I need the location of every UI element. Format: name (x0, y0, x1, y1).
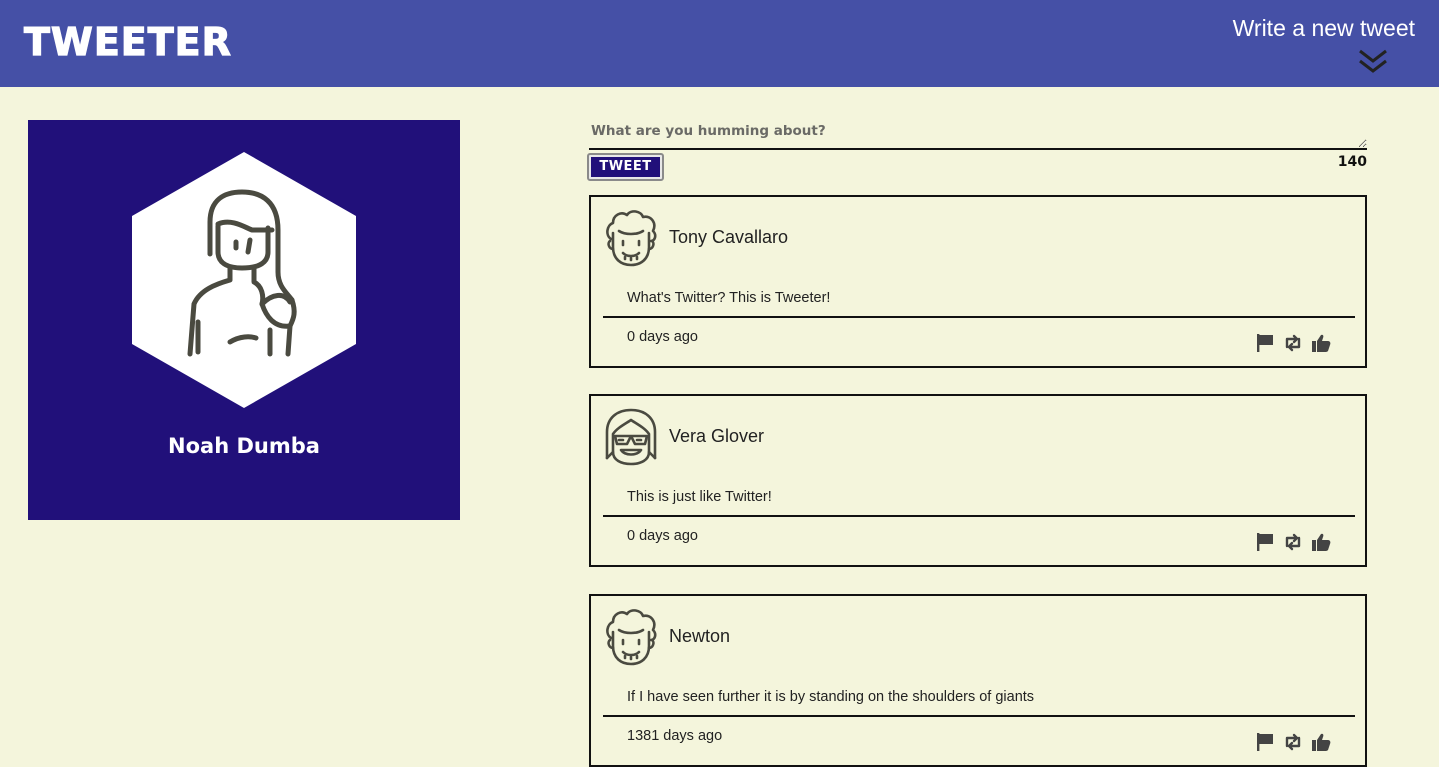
tweet-author[interactable]: Newton (669, 626, 730, 647)
like-icon[interactable] (1311, 532, 1331, 552)
tweet-author[interactable]: Tony Cavallaro (669, 227, 788, 248)
compose-form: TWEET 140 (587, 120, 1367, 184)
compose-toggle[interactable]: Write a new tweet (1195, 14, 1415, 76)
tweet-divider (603, 715, 1355, 717)
compose-toggle-label[interactable]: Write a new tweet (1233, 14, 1415, 42)
tweet-timestamp: 0 days ago (627, 528, 698, 544)
retweet-icon[interactable] (1283, 532, 1303, 552)
char-counter: 140 (1337, 154, 1367, 170)
brand-logo[interactable]: TWEETER (23, 19, 232, 64)
sunglasses-woman-avatar-icon (605, 408, 657, 466)
tweet-card: Newton If I have seen further it is by s… (589, 594, 1367, 767)
tweet-button-label: TWEET (591, 157, 660, 177)
retweet-icon[interactable] (1283, 732, 1303, 752)
tweet-card: Vera Glover This is just like Twitter! 0… (589, 394, 1367, 567)
tweet-text: What's Twitter? This is Tweeter! (627, 290, 831, 306)
curly-hair-man-avatar-icon (606, 210, 657, 267)
tweet-author[interactable]: Vera Glover (669, 426, 764, 447)
tweet-text: If I have seen further it is by standing… (627, 689, 1035, 705)
tweet-actions (1255, 532, 1331, 552)
tweet-divider (603, 515, 1355, 517)
profile-card: Noah Dumba (28, 120, 460, 520)
flag-icon[interactable] (1255, 532, 1275, 552)
tweet-text: This is just like Twitter! (627, 489, 772, 505)
like-icon[interactable] (1311, 333, 1331, 353)
tweet-text-input[interactable] (589, 120, 1367, 150)
double-chevron-down-icon[interactable] (1357, 48, 1389, 76)
tweet-actions (1255, 732, 1331, 752)
like-icon[interactable] (1311, 732, 1331, 752)
tweet-card: Tony Cavallaro What's Twitter? This is T… (589, 195, 1367, 368)
tweet-button[interactable]: TWEET (587, 153, 664, 181)
retweet-icon[interactable] (1283, 333, 1303, 353)
flag-icon[interactable] (1255, 732, 1275, 752)
profile-name: Noah Dumba (168, 434, 320, 458)
tweet-timestamp: 0 days ago (627, 329, 698, 345)
tweet-divider (603, 316, 1355, 318)
curly-hair-man-avatar-icon (606, 609, 657, 666)
tweet-actions (1255, 333, 1331, 353)
tweet-timestamp: 1381 days ago (627, 728, 723, 744)
navbar: TWEETER Write a new tweet (0, 0, 1439, 87)
flag-icon[interactable] (1255, 333, 1275, 353)
woman-avatar-icon (132, 152, 356, 408)
